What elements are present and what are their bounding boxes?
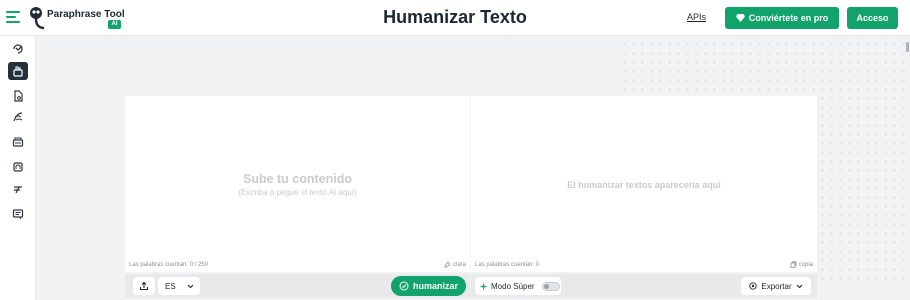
diamond-icon: [735, 14, 745, 22]
input-placeholder-subtitle: (Escriba o pegue el texto AI aquí): [238, 188, 357, 197]
humanize-label: humanizar: [412, 281, 458, 291]
tool-sidebar: [0, 36, 36, 300]
output-placeholder: El humanizar textos aparecería aquí: [567, 180, 721, 190]
translate-icon: [12, 184, 24, 196]
output-word-count: Las palabras cuentan: 0: [475, 262, 540, 268]
humanize-button[interactable]: humanizar: [391, 276, 466, 296]
export-button[interactable]: Exportar: [741, 277, 811, 295]
sidebar-item-chat[interactable]: [8, 205, 28, 223]
chevron-down-icon: [187, 284, 194, 289]
sidebar-item-summarizer[interactable]: [8, 133, 28, 151]
output-toolbar: Modo Súper Exportar: [471, 274, 817, 298]
sparkle-icon: [479, 282, 488, 291]
super-mode-toggle[interactable]: [541, 281, 560, 291]
grammar-icon: [12, 161, 24, 173]
sidebar-item-grammar[interactable]: [8, 158, 28, 176]
export-icon: [749, 282, 758, 290]
humanize-icon: [399, 281, 409, 291]
apis-link[interactable]: APIs: [687, 12, 706, 22]
text-tools-icon: [12, 111, 24, 123]
sidebar-item-document[interactable]: [8, 87, 28, 105]
ai-badge: AI: [108, 20, 121, 29]
document-icon: [12, 90, 24, 102]
page-scrollbar[interactable]: [906, 42, 909, 52]
top-header: Paraphrase Tool AI Humanizar Texto APIs …: [0, 0, 910, 36]
sidebar-item-translate[interactable]: [8, 181, 28, 199]
language-select[interactable]: ES: [158, 277, 200, 295]
clear-button[interactable]: clara: [444, 261, 466, 268]
input-toolbar: ES humanizar: [125, 274, 470, 298]
toggle-knob: [543, 283, 549, 289]
copy-icon: [790, 261, 797, 268]
menu-icon[interactable]: [6, 11, 20, 23]
sidebar-item-paraphrase[interactable]: [8, 40, 28, 58]
language-value: ES: [165, 281, 176, 291]
eraser-icon: [444, 261, 451, 268]
copy-label: copia: [798, 261, 813, 268]
input-placeholder-title: Sube tu contenido: [242, 172, 353, 186]
paraphrase-icon: [12, 43, 24, 55]
paraphrase-tool-logo[interactable]: [27, 5, 47, 31]
copy-button[interactable]: copia: [790, 261, 813, 268]
login-button[interactable]: Acceso: [847, 7, 898, 29]
output-text-area: El humanizar textos aparecería aquí Las …: [471, 96, 817, 272]
humanizer-icon: [12, 65, 24, 77]
chat-icon: [12, 208, 24, 220]
sidebar-item-text-tools[interactable]: [8, 108, 28, 126]
export-label: Exportar: [761, 281, 792, 291]
summarizer-icon: [12, 136, 24, 148]
go-pro-button[interactable]: Conviértete en pro: [725, 7, 839, 29]
brand-name[interactable]: Paraphrase Tool: [47, 9, 125, 20]
chevron-down-icon: [796, 284, 803, 289]
upload-button[interactable]: [133, 277, 155, 295]
super-mode-label: Modo Súper: [491, 281, 535, 291]
super-mode-control: Modo Súper: [475, 277, 561, 295]
go-pro-label: Conviértete en pro: [748, 13, 829, 23]
upload-icon: [139, 281, 149, 291]
input-text-area[interactable]: Sube tu contenido (Escriba o pegue el te…: [125, 96, 470, 272]
clear-label: clara: [452, 261, 466, 268]
sidebar-item-humanizer[interactable]: [8, 62, 28, 80]
input-word-count: Las palabras cuentan: 0 / 250: [129, 262, 209, 268]
